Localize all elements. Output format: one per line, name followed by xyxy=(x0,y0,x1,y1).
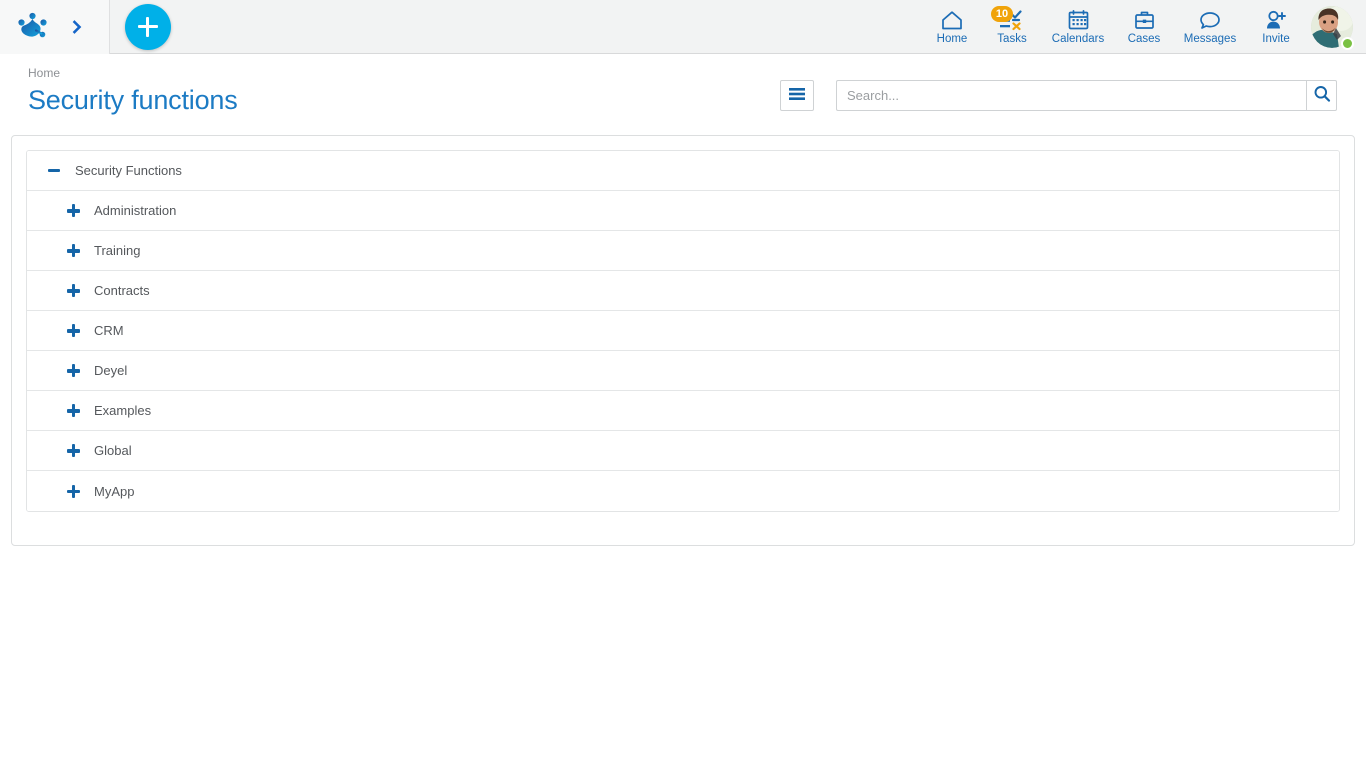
plus-icon-glyph xyxy=(66,404,80,417)
tree-node-label: Contracts xyxy=(94,283,150,298)
plus-icon-glyph xyxy=(66,484,80,498)
briefcase-icon xyxy=(1133,8,1156,32)
tree-row[interactable]: Administration xyxy=(27,191,1339,231)
hamburger-menu-button[interactable] xyxy=(780,80,814,111)
nav-label: Cases xyxy=(1127,32,1161,45)
nav-label: Invite xyxy=(1262,32,1290,45)
hamburger-menu-icon xyxy=(788,87,806,104)
plus-icon[interactable] xyxy=(62,324,84,337)
breadcrumb[interactable]: Home xyxy=(28,66,60,80)
home-icon xyxy=(940,8,964,32)
tree-node-label: Global xyxy=(94,443,132,458)
plus-icon-glyph xyxy=(66,444,80,457)
search-button[interactable] xyxy=(1306,80,1337,111)
chevron-right-icon[interactable] xyxy=(54,0,100,54)
top-navigation: Home 10 Tasks Calendars Cases Messages I… xyxy=(922,0,1366,54)
nav-label: Messages xyxy=(1183,32,1237,45)
plus-icon[interactable] xyxy=(62,204,84,217)
nav-item-tasks[interactable]: 10 Tasks xyxy=(982,0,1042,54)
nav-label: Calendars xyxy=(1051,32,1105,45)
tree-row[interactable]: MyApp xyxy=(27,471,1339,511)
page-header: Home Security functions xyxy=(0,54,1366,126)
tasks-badge: 10 xyxy=(991,5,1013,22)
tree-row[interactable]: CRM xyxy=(27,311,1339,351)
plus-icon[interactable] xyxy=(62,364,84,377)
plus-icon-glyph xyxy=(66,324,80,337)
nav-item-invite[interactable]: Invite xyxy=(1246,0,1306,54)
create-new-button[interactable] xyxy=(124,3,171,50)
content-card: Security Functions Administration Training… xyxy=(11,135,1355,546)
tree-row[interactable]: Contracts xyxy=(27,271,1339,311)
plus-icon-glyph xyxy=(66,244,80,257)
status-online-indicator xyxy=(1341,36,1354,50)
tree-row[interactable]: Deyel xyxy=(27,351,1339,391)
plus-icon[interactable] xyxy=(62,444,84,457)
create-zone xyxy=(110,3,185,50)
nav-item-messages[interactable]: Messages xyxy=(1174,0,1246,54)
plus-icon[interactable] xyxy=(62,284,84,297)
deyel-paw-logo[interactable] xyxy=(12,6,54,48)
chat-bubble-icon xyxy=(1198,8,1222,32)
tree-row[interactable]: Global xyxy=(27,431,1339,471)
tree-node-label: Examples xyxy=(94,403,152,418)
nav-label: Tasks xyxy=(997,32,1027,45)
search-input[interactable] xyxy=(836,80,1306,111)
nav-item-home[interactable]: Home xyxy=(922,0,982,54)
user-plus-icon xyxy=(1264,8,1288,32)
tree-node-label: MyApp xyxy=(94,483,135,499)
nav-label: Home xyxy=(936,32,968,45)
minus-icon-glyph xyxy=(48,169,60,172)
security-functions-tree: Security Functions Administration Training… xyxy=(26,150,1340,512)
avatar[interactable] xyxy=(1306,0,1358,54)
tree-node-label: Administration xyxy=(94,203,177,218)
plus-icon-glyph xyxy=(66,364,80,377)
plus-icon[interactable] xyxy=(62,484,84,498)
plus-icon[interactable] xyxy=(62,244,84,257)
plus-icon[interactable] xyxy=(62,404,84,417)
nav-item-cases[interactable]: Cases xyxy=(1114,0,1174,54)
tree-row[interactable]: Training xyxy=(27,231,1339,271)
page-toolbar xyxy=(780,80,1337,111)
top-header-bar: Home 10 Tasks Calendars Cases Messages I… xyxy=(0,0,1366,54)
minus-icon[interactable] xyxy=(43,169,65,172)
search-icon xyxy=(1313,85,1331,106)
plus-icon-glyph xyxy=(66,204,80,217)
plus-icon-glyph xyxy=(66,284,80,297)
tree-node-label: Deyel xyxy=(94,363,128,378)
search-group xyxy=(836,80,1337,111)
tree-node-label: Training xyxy=(94,243,141,258)
nav-item-calendars[interactable]: Calendars xyxy=(1042,0,1114,54)
calendar-icon xyxy=(1067,8,1090,32)
logo-zone xyxy=(0,0,110,54)
plus-icon xyxy=(137,16,158,37)
tree-node-label: Security Functions xyxy=(75,163,182,178)
tree-row[interactable]: Examples xyxy=(27,391,1339,431)
tree-node-label: CRM xyxy=(94,323,124,338)
tree-row[interactable]: Security Functions xyxy=(27,151,1339,191)
